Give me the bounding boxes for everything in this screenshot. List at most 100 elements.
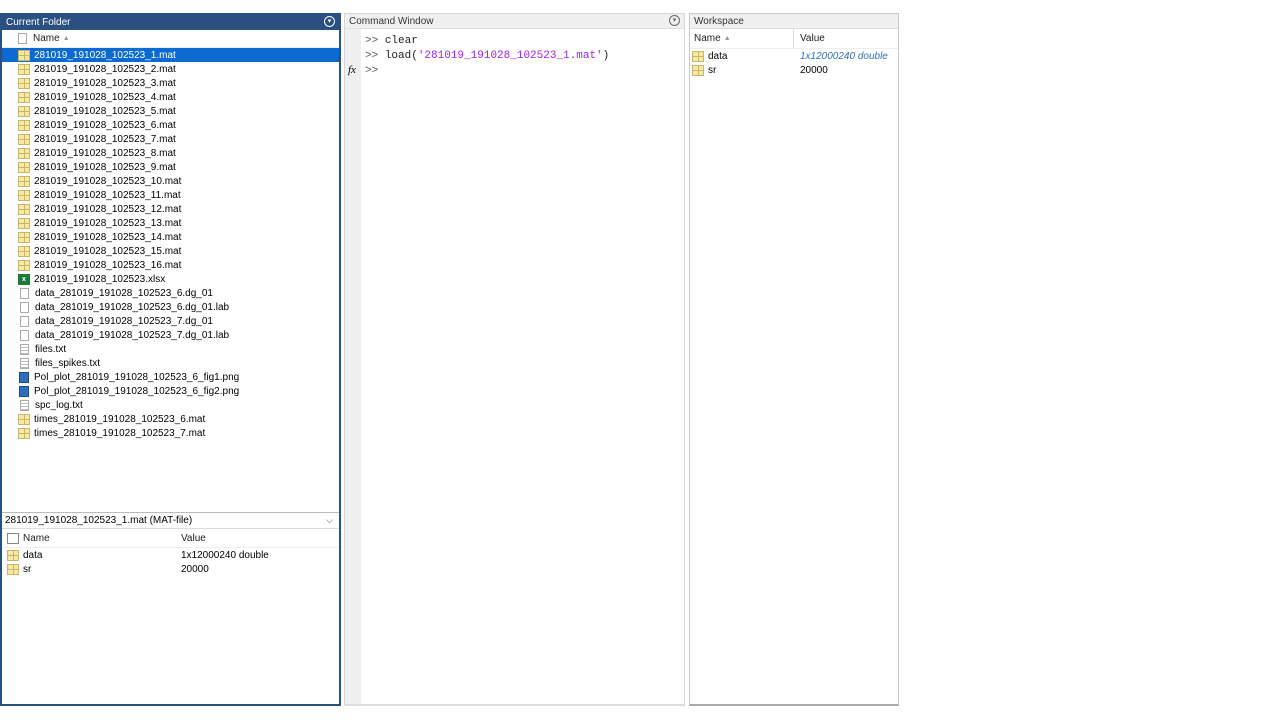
file-item[interactable]: 281019_191028_102523_9.mat: [2, 160, 339, 174]
text-file-icon: [20, 329, 29, 341]
variable-value: 20000: [181, 563, 209, 575]
file-name: 281019_191028_102523_10.mat: [34, 175, 182, 187]
variable-icon: [692, 50, 704, 62]
file-item[interactable]: 281019_191028_102523_12.mat: [2, 202, 339, 216]
function-browser-icon[interactable]: fx: [348, 64, 356, 76]
text-file-icon: [20, 343, 29, 355]
file-name: data_281019_191028_102523_7.dg_01.lab: [35, 329, 230, 341]
mat-file-icon: [18, 133, 30, 145]
file-item[interactable]: 281019_191028_102523_15.mat: [2, 244, 339, 258]
file-item[interactable]: times_281019_191028_102523_6.mat: [2, 412, 339, 426]
details-table: Name Value data 1x12000240 double sr 20000: [2, 530, 339, 576]
mat-file-icon: [18, 189, 30, 201]
file-item[interactable]: 281019_191028_102523_11.mat: [2, 188, 339, 202]
file-item[interactable]: data_281019_191028_102523_6.dg_01.lab: [2, 300, 339, 314]
mat-file-icon: [18, 413, 30, 425]
workspace-variables: data 1x12000240 double sr 20000: [690, 49, 898, 77]
file-item[interactable]: 281019_191028_102523_7.mat: [2, 132, 339, 146]
command-gutter: [345, 29, 361, 704]
panel-title: Current Folder: [6, 17, 71, 28]
ws-value-header[interactable]: Value: [794, 33, 825, 44]
file-item[interactable]: times_281019_191028_102523_7.mat: [2, 426, 339, 440]
mat-file-icon: [18, 91, 30, 103]
mat-file-icon: [18, 427, 30, 439]
file-name: data_281019_191028_102523_6.dg_01.lab: [35, 301, 230, 313]
panel-title: Command Window: [349, 16, 434, 27]
file-item[interactable]: data_281019_191028_102523_7.dg_01: [2, 314, 339, 328]
file-name: Pol_plot_281019_191028_102523_6_fig2.png: [34, 385, 240, 397]
file-name: files_spikes.txt: [35, 357, 101, 369]
file-name: 281019_191028_102523_1.mat: [34, 49, 176, 61]
mat-file-icon: [18, 63, 30, 75]
mat-file-icon: [18, 245, 30, 257]
file-list: 281019_191028_102523_1.mat 281019_191028_…: [2, 48, 339, 440]
file-name: 281019_191028_102523.xlsx: [34, 273, 166, 285]
image-file-icon: [19, 371, 29, 383]
file-name: 281019_191028_102523_14.mat: [34, 231, 182, 243]
file-list-header[interactable]: Name ▲: [2, 30, 339, 48]
details-name-header: Name: [23, 533, 50, 544]
file-item[interactable]: 281019_191028_102523_5.mat: [2, 104, 339, 118]
file-item[interactable]: files_spikes.txt: [2, 356, 339, 370]
command-history: >> clear >> load('281019_191028_102523_1…: [365, 34, 609, 79]
file-item[interactable]: 281019_191028_102523_8.mat: [2, 146, 339, 160]
file-name: files.txt: [35, 343, 67, 355]
file-name: times_281019_191028_102523_6.mat: [34, 413, 206, 425]
file-item[interactable]: 281019_191028_102523_16.mat: [2, 258, 339, 272]
file-name: 281019_191028_102523_4.mat: [34, 91, 176, 103]
file-item[interactable]: 281019_191028_102523_13.mat: [2, 216, 339, 230]
file-name: 281019_191028_102523_12.mat: [34, 203, 182, 215]
panel-menu-icon[interactable]: ▾: [324, 16, 335, 27]
file-item[interactable]: data_281019_191028_102523_6.dg_01: [2, 286, 339, 300]
file-item[interactable]: 281019_191028_102523_10.mat: [2, 174, 339, 188]
command-line: >> clear: [365, 35, 418, 47]
details-title: 281019_191028_102523_1.mat (MAT-file): [5, 515, 193, 526]
text-file-icon: [20, 301, 29, 313]
current-folder-panel: Current Folder ▾ Name ▲ 281019_191028_102…: [0, 13, 341, 706]
command-window-panel[interactable]: Command Window ▾ >> clear >> load('28101…: [344, 13, 685, 706]
excel-file-icon: x: [18, 273, 30, 285]
file-name: data_281019_191028_102523_6.dg_01: [35, 287, 213, 299]
file-item[interactable]: Pol_plot_281019_191028_102523_6_fig1.png: [2, 370, 339, 384]
file-item[interactable]: 281019_191028_102523_4.mat: [2, 90, 339, 104]
workspace-variable-row[interactable]: data 1x12000240 double: [690, 49, 898, 63]
file-item[interactable]: 281019_191028_102523_2.mat: [2, 62, 339, 76]
workspace-variable-row[interactable]: sr 20000: [690, 63, 898, 77]
file-item[interactable]: Pol_plot_281019_191028_102523_6_fig2.png: [2, 384, 339, 398]
file-item[interactable]: files.txt: [2, 342, 339, 356]
sort-ascending-icon: ▲: [723, 35, 731, 42]
chevron-down-icon[interactable]: ⌵: [326, 515, 333, 526]
workspace-title: Workspace: [690, 14, 898, 29]
file-item[interactable]: data_281019_191028_102523_7.dg_01.lab: [2, 328, 339, 342]
file-item[interactable]: 281019_191028_102523_1.mat: [2, 48, 339, 62]
workspace-panel: Workspace Name ▲ Value data 1x12000240 dou…: [689, 13, 899, 706]
command-prompt-input[interactable]: >>: [365, 64, 609, 79]
text-file-icon: [20, 315, 29, 327]
panel-menu-icon[interactable]: ▾: [669, 15, 680, 26]
file-name: 281019_191028_102523_3.mat: [34, 77, 176, 89]
variable-icon: [7, 549, 19, 561]
file-item[interactable]: x 281019_191028_102523.xlsx: [2, 272, 339, 286]
variable-icon: [7, 563, 19, 575]
file-name: times_281019_191028_102523_7.mat: [34, 427, 206, 439]
name-column-header[interactable]: Name: [33, 33, 60, 44]
command-window-title: Command Window ▾: [345, 14, 684, 29]
file-item[interactable]: 281019_191028_102523_6.mat: [2, 118, 339, 132]
mat-file-icon: [18, 49, 30, 61]
mat-file-icon: [18, 77, 30, 89]
detail-variable-row[interactable]: sr 20000: [2, 562, 339, 576]
file-item[interactable]: 281019_191028_102523_3.mat: [2, 76, 339, 90]
ws-name-header[interactable]: Name: [694, 33, 721, 44]
grid-icon: [7, 533, 19, 544]
variable-name: sr: [708, 64, 717, 76]
file-item[interactable]: 281019_191028_102523_14.mat: [2, 230, 339, 244]
file-name: 281019_191028_102523_8.mat: [34, 147, 176, 159]
file-item[interactable]: spc_log.txt: [2, 398, 339, 412]
variable-value: 1x12000240 double: [181, 549, 269, 561]
detail-variable-row[interactable]: data 1x12000240 double: [2, 548, 339, 562]
mat-file-icon: [18, 119, 30, 131]
current-folder-title: Current Folder ▾: [2, 15, 339, 30]
variable-name: data: [708, 50, 728, 62]
details-bar[interactable]: 281019_191028_102523_1.mat (MAT-file) ⌵: [2, 512, 339, 529]
mat-file-icon: [18, 105, 30, 117]
